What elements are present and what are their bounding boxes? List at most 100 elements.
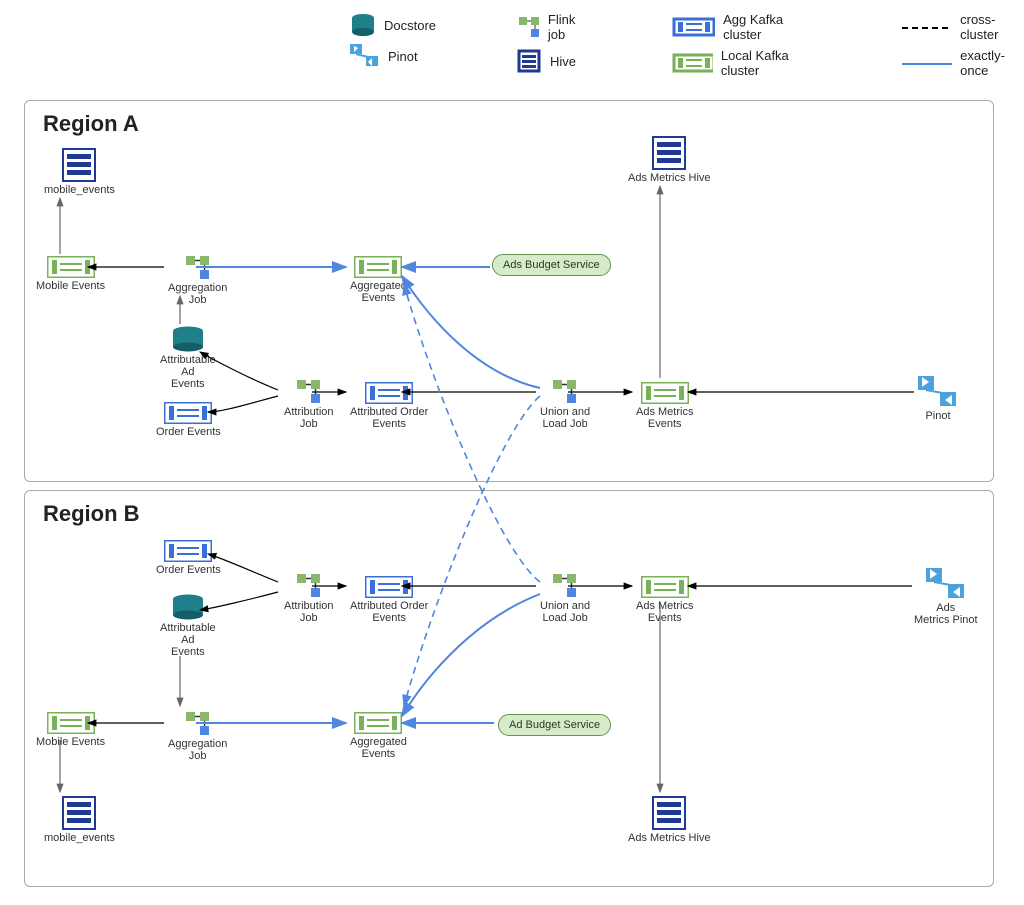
legend-col-2: Flink job Hive: [516, 12, 592, 74]
b-mobile-events-hive-label: mobile_events: [44, 832, 115, 844]
pinot-icon: [926, 568, 966, 600]
a-attributable-ad-events: Attributable Ad Events: [160, 326, 216, 390]
docstore-icon: [172, 594, 204, 620]
legend-agg-kafka: Agg Kafka cluster: [672, 12, 822, 42]
b-aggregated-events-label: Aggregated Events: [350, 736, 407, 760]
legend-pinot-label: Pinot: [388, 49, 418, 64]
b-ad-budget-pill: Ad Budget Service: [498, 714, 611, 736]
b-union-load-job: Union and Load Job: [540, 574, 590, 624]
b-aggregation-job-label: Aggregation Job: [168, 738, 227, 762]
legend-cross-cluster: cross-cluster: [902, 12, 1024, 42]
b-ads-metrics-events: Ads Metrics Events: [636, 576, 693, 624]
agg-kafka-icon: [365, 382, 413, 404]
b-mobile-events-label: Mobile Events: [36, 736, 105, 748]
flink-icon: [516, 14, 540, 40]
agg-kafka-icon: [164, 540, 212, 562]
b-attribution-job-label: Attribution Job: [284, 600, 334, 624]
local-kafka-icon: [354, 256, 402, 278]
b-aggregation-job: Aggregation Job: [168, 712, 227, 762]
a-attribution-job-label: Attribution Job: [284, 406, 334, 430]
a-attributed-order-events: Attributed Order Events: [350, 382, 428, 430]
a-aggregated-events-label: Aggregated Events: [350, 280, 407, 304]
a-ads-metrics-hive: Ads Metrics Hive: [628, 136, 711, 184]
hive-icon: [62, 796, 96, 830]
a-union-load-label: Union and Load Job: [540, 406, 590, 430]
flink-icon: [297, 380, 321, 404]
legend-hive-label: Hive: [550, 54, 576, 69]
b-ads-metrics-hive: Ads Metrics Hive: [628, 796, 711, 844]
b-order-events-label: Order Events: [156, 564, 221, 576]
a-mobile-events-label: Mobile Events: [36, 280, 105, 292]
legend-docstore-label: Docstore: [384, 18, 436, 33]
pinot-icon: [918, 376, 958, 408]
a-ads-budget-service: Ads Budget Service: [492, 254, 611, 276]
local-kafka-icon: [641, 382, 689, 404]
docstore-icon: [350, 12, 376, 38]
flink-icon: [186, 256, 210, 280]
a-mobile-events-hive: mobile_events: [44, 148, 115, 196]
legend-hive: Hive: [516, 48, 592, 74]
flink-icon: [553, 380, 577, 404]
flink-icon: [297, 574, 321, 598]
a-aggregated-events: Aggregated Events: [350, 256, 407, 304]
a-ads-metrics-events-label: Ads Metrics Events: [636, 406, 693, 430]
a-ads-metrics-events: Ads Metrics Events: [636, 382, 693, 430]
b-union-load-label: Union and Load Job: [540, 600, 590, 624]
b-attributable-label: Attributable Ad Events: [160, 622, 216, 658]
legend-flink: Flink job: [516, 12, 592, 42]
region-b-title: Region B: [43, 501, 140, 527]
flink-icon: [553, 574, 577, 598]
b-ads-metrics-hive-label: Ads Metrics Hive: [628, 832, 711, 844]
a-attributable-label: Attributable Ad Events: [160, 354, 216, 390]
agg-kafka-icon: [672, 16, 715, 38]
a-ads-budget-pill: Ads Budget Service: [492, 254, 611, 276]
legend-pinot: Pinot: [350, 44, 436, 68]
hive-icon: [652, 136, 686, 170]
a-order-events: Order Events: [156, 402, 221, 438]
b-attribution-job: Attribution Job: [284, 574, 334, 624]
a-pinot-label: Pinot: [925, 410, 950, 422]
b-attributed-order-events: Attributed Order Events: [350, 576, 428, 624]
local-kafka-icon: [354, 712, 402, 734]
b-ads-metrics-pinot: Ads Metrics Pinot: [914, 568, 978, 626]
a-pinot: Pinot: [918, 376, 958, 422]
legend-col-1: Docstore Pinot: [350, 12, 436, 68]
flink-icon: [186, 712, 210, 736]
legend-exactly-label: exactly-once: [960, 48, 1024, 78]
b-ad-budget-service: Ad Budget Service: [498, 714, 611, 736]
a-union-load-job: Union and Load Job: [540, 380, 590, 430]
b-ads-metrics-events-label: Ads Metrics Events: [636, 600, 693, 624]
local-kafka-icon: [641, 576, 689, 598]
legend-local-kafka-label: Local Kafka cluster: [721, 48, 822, 78]
a-order-events-label: Order Events: [156, 426, 221, 438]
legend-flink-label: Flink job: [548, 12, 592, 42]
legend-cross-label: cross-cluster: [960, 12, 1024, 42]
b-aggregated-events: Aggregated Events: [350, 712, 407, 760]
legend-docstore: Docstore: [350, 12, 436, 38]
hive-icon: [516, 48, 542, 74]
agg-kafka-icon: [365, 576, 413, 598]
b-attributed-order-label: Attributed Order Events: [350, 600, 428, 624]
a-aggregation-job-label: Aggregation Job: [168, 282, 227, 306]
legend-local-kafka: Local Kafka cluster: [672, 48, 822, 78]
a-ads-metrics-hive-label: Ads Metrics Hive: [628, 172, 711, 184]
b-mobile-events: Mobile Events: [36, 712, 105, 748]
hive-icon: [652, 796, 686, 830]
a-attributed-order-label: Attributed Order Events: [350, 406, 428, 430]
b-order-events: Order Events: [156, 540, 221, 576]
local-kafka-icon: [672, 52, 713, 74]
hive-icon: [62, 148, 96, 182]
a-mobile-events-hive-label: mobile_events: [44, 184, 115, 196]
a-mobile-events: Mobile Events: [36, 256, 105, 292]
region-a-title: Region A: [43, 111, 139, 137]
legend-col-4: cross-cluster exactly-once: [902, 12, 1024, 78]
solid-blue-line-icon: [902, 56, 952, 71]
dashed-line-icon: [902, 20, 952, 35]
legend: Docstore Pinot Flink job Hive Agg Kafka …: [350, 12, 1024, 78]
local-kafka-icon: [47, 712, 95, 734]
legend-exactly-once: exactly-once: [902, 48, 1024, 78]
legend-agg-kafka-label: Agg Kafka cluster: [723, 12, 822, 42]
docstore-icon: [172, 326, 204, 352]
a-aggregation-job: Aggregation Job: [168, 256, 227, 306]
a-attribution-job: Attribution Job: [284, 380, 334, 430]
